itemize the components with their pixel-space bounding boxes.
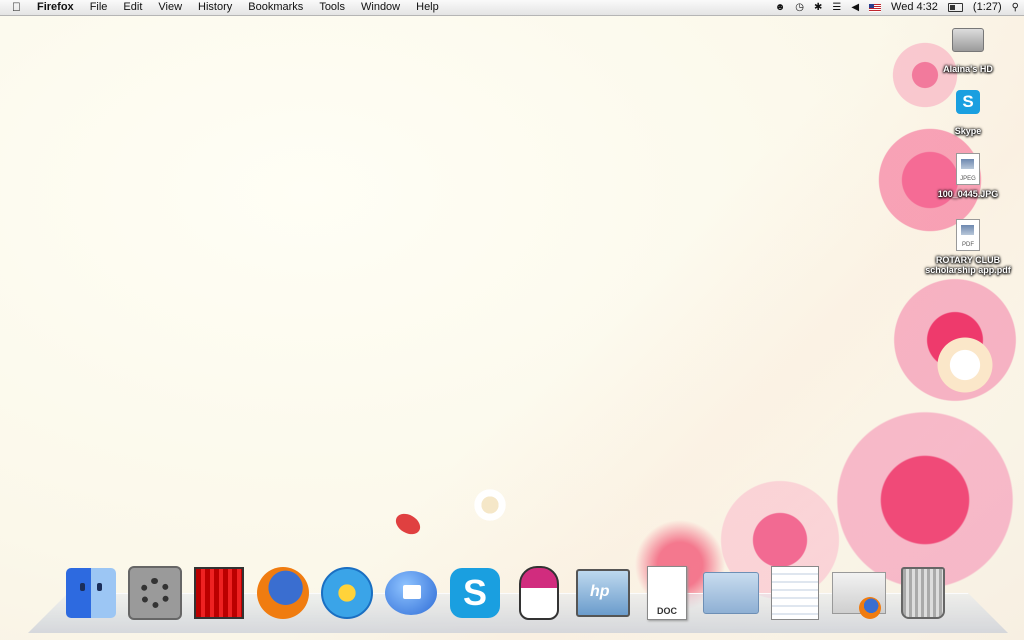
penguin-icon — [519, 566, 559, 620]
dock-documents-stack[interactable] — [766, 564, 824, 622]
dock-document[interactable]: DOC — [638, 564, 696, 622]
itunes-icon — [321, 567, 373, 619]
desktop-icon-label: Skype — [954, 126, 982, 136]
menu-window[interactable]: Window — [353, 0, 408, 15]
dock-finder[interactable] — [62, 564, 120, 622]
menu-view[interactable]: View — [150, 0, 190, 15]
spotlight-icon[interactable]: ⚲ — [1012, 0, 1019, 15]
battery-icon[interactable] — [947, 3, 963, 12]
dock-skype[interactable]: S — [446, 564, 504, 622]
user-icon[interactable]: ☻ — [775, 0, 786, 15]
dock-photo-booth[interactable] — [190, 564, 248, 622]
desktop-icon-skype[interactable]: S Skype — [920, 88, 1016, 136]
folder-icon — [703, 572, 759, 614]
system-preferences-icon — [128, 566, 182, 620]
desktop-icon-label: Alaina's HD — [943, 64, 993, 74]
ichat-icon — [385, 571, 437, 615]
skype-icon: S — [450, 568, 500, 618]
desktop-icon-label: 100_0445.JPG — [937, 189, 999, 199]
downloads-stack-icon — [832, 572, 886, 619]
trash-icon — [901, 567, 945, 619]
desktop-icon-label: ROTARY CLUB scholarship app.pdf — [925, 255, 1011, 275]
documents-stack-icon — [771, 566, 819, 620]
dock-system-preferences[interactable] — [126, 564, 184, 622]
menu-app-name[interactable]: Firefox — [29, 0, 82, 15]
menu-bookmarks[interactable]: Bookmarks — [240, 0, 311, 15]
menu-edit[interactable]: Edit — [115, 0, 150, 15]
dock-hp[interactable] — [574, 564, 632, 622]
desktop-icon-hd[interactable]: Alaina's HD — [920, 22, 1016, 74]
clock[interactable]: Wed 4:32 — [891, 0, 938, 15]
dock: S DOC — [62, 560, 958, 622]
bluetooth-icon[interactable]: ✱ — [814, 0, 822, 15]
pdf-file-icon: PDF — [952, 219, 984, 253]
skype-icon: S — [952, 90, 984, 124]
dock-ichat[interactable] — [382, 564, 440, 622]
wifi-icon[interactable]: ☰ — [832, 0, 841, 15]
dock-downloads-stack[interactable] — [830, 564, 888, 622]
input-flag-icon[interactable] — [869, 3, 882, 12]
dock-penguin[interactable] — [510, 564, 568, 622]
dock-applications-folder[interactable] — [702, 564, 760, 622]
apple-menu-icon[interactable]:  — [12, 0, 24, 15]
dock-trash[interactable] — [894, 564, 952, 622]
menu-history[interactable]: History — [190, 0, 240, 15]
desktop-icon-pdf[interactable]: PDF ROTARY CLUB scholarship app.pdf — [920, 219, 1016, 275]
photo-booth-icon — [194, 567, 244, 619]
menu-help[interactable]: Help — [408, 0, 447, 15]
menu-tools[interactable]: Tools — [311, 0, 353, 15]
doc-icon: DOC — [647, 566, 687, 620]
volume-icon[interactable]: ◀ — [851, 0, 859, 15]
firefox-icon — [257, 567, 309, 619]
finder-icon — [66, 568, 116, 618]
menu-bar:  Firefox File Edit View History Bookmar… — [0, 0, 1024, 16]
jpeg-file-icon: JPEG — [952, 153, 984, 187]
dock-itunes[interactable] — [318, 564, 376, 622]
menu-file[interactable]: File — [82, 0, 116, 15]
battery-time[interactable]: (1:27) — [973, 0, 1002, 15]
dock-firefox[interactable] — [254, 564, 312, 622]
hp-icon — [576, 569, 630, 617]
hard-drive-icon — [952, 28, 984, 62]
time-machine-icon[interactable]: ◷ — [795, 0, 804, 15]
desktop-icon-jpeg[interactable]: JPEG 100_0445.JPG — [920, 153, 1016, 199]
